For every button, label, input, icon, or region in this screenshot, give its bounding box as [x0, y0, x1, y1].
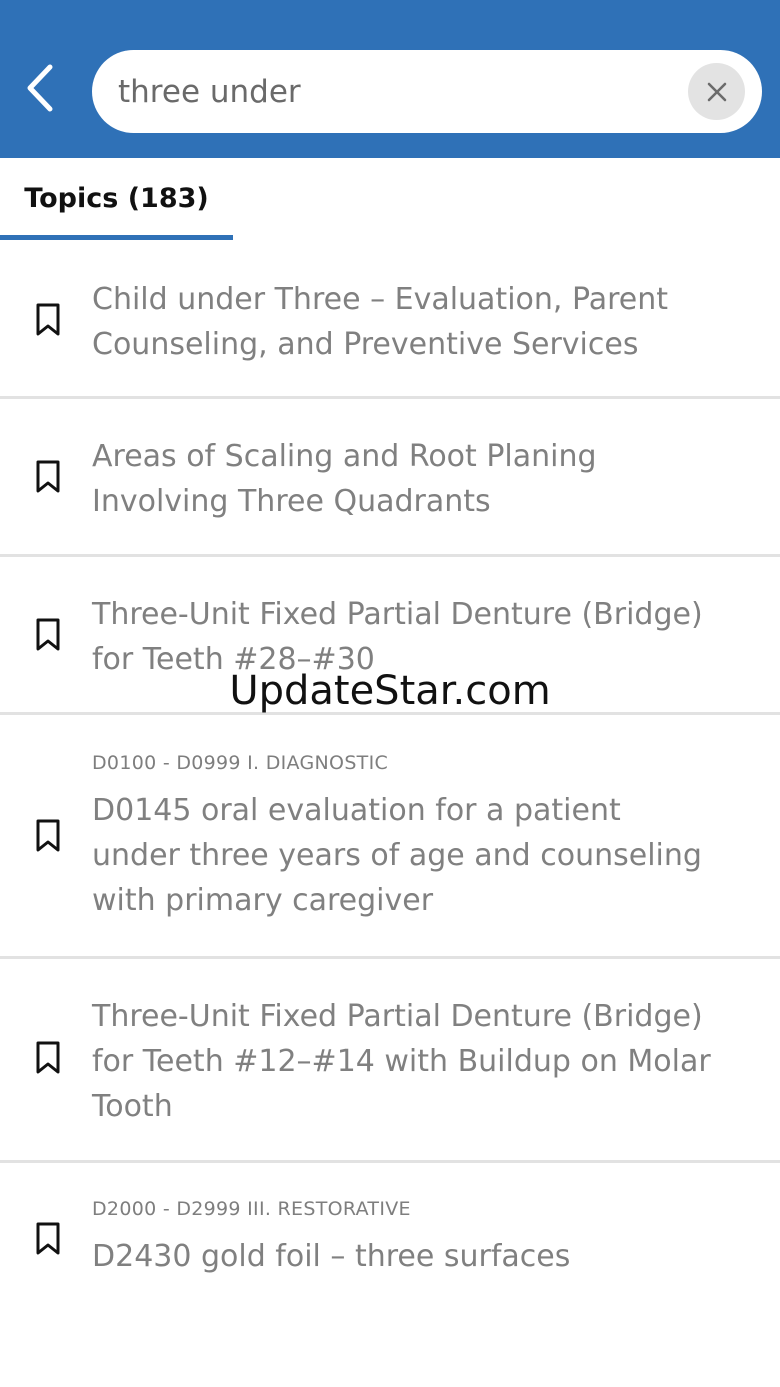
- bookmark-icon: [36, 618, 60, 651]
- bookmark-button[interactable]: [34, 618, 62, 652]
- list-item[interactable]: Child under Three – Evaluation, Parent C…: [0, 242, 780, 399]
- result-title-line: with primary caregiver: [92, 883, 434, 918]
- result-title-line: for Teeth #12–#14 with Buildup on Molar: [92, 1044, 711, 1079]
- search-results-screen: Topics (183) Child under Three – Evaluat…: [0, 0, 780, 1387]
- close-icon: [707, 82, 726, 101]
- result-title-line: for Teeth #28–#30: [92, 642, 375, 677]
- list-item[interactable]: Three-Unit Fixed Partial Denture (Bridge…: [0, 959, 780, 1163]
- bookmark-icon: [36, 1222, 60, 1255]
- result-title-line: Tooth: [92, 1089, 173, 1124]
- header-bar: [0, 0, 780, 158]
- bookmark-button[interactable]: [34, 303, 62, 337]
- tab-topics-label: Topics (183): [24, 182, 209, 214]
- active-tab-indicator: [0, 235, 233, 240]
- result-text: Areas of Scaling and Root Planing Involv…: [92, 434, 752, 524]
- list-item[interactable]: Areas of Scaling and Root Planing Involv…: [0, 399, 780, 557]
- result-text: Child under Three – Evaluation, Parent C…: [92, 277, 752, 367]
- tab-topics[interactable]: Topics (183): [0, 158, 233, 242]
- result-text: Three-Unit Fixed Partial Denture (Bridge…: [92, 592, 752, 682]
- result-title-line: Counseling, and Preventive Services: [92, 327, 639, 362]
- bookmark-icon: [36, 1041, 60, 1074]
- bookmark-icon: [36, 460, 60, 493]
- result-title-line: Areas of Scaling and Root Planing: [92, 439, 597, 474]
- result-title-line: under three years of age and counseling: [92, 838, 702, 873]
- search-box: [92, 50, 762, 133]
- result-title-line: D0145 oral evaluation for a patient: [92, 793, 621, 828]
- list-item[interactable]: D2000 - D2999 III. RESTORATIVE D2430 gol…: [0, 1163, 780, 1323]
- result-text: D2000 - D2999 III. RESTORATIVE D2430 gol…: [92, 1196, 752, 1279]
- result-title-line: Three-Unit Fixed Partial Denture (Bridge…: [92, 597, 703, 632]
- result-text: D0100 - D0999 I. DIAGNOSTIC D0145 oral e…: [92, 750, 752, 923]
- search-input[interactable]: [118, 64, 678, 120]
- bookmark-button[interactable]: [34, 819, 62, 853]
- bookmark-button[interactable]: [34, 1041, 62, 1075]
- result-category: D2000 - D2999 III. RESTORATIVE: [92, 1198, 411, 1220]
- bookmark-icon: [36, 819, 60, 852]
- result-title-line: Involving Three Quadrants: [92, 484, 491, 519]
- bookmark-icon: [36, 303, 60, 336]
- back-button[interactable]: [14, 56, 66, 120]
- result-category: D0100 - D0999 I. DIAGNOSTIC: [92, 752, 389, 774]
- results-list: Child under Three – Evaluation, Parent C…: [0, 242, 780, 1323]
- clear-search-button[interactable]: [688, 63, 745, 120]
- result-title-line: Child under Three – Evaluation, Parent: [92, 282, 669, 317]
- bookmark-button[interactable]: [34, 460, 62, 494]
- list-item[interactable]: Three-Unit Fixed Partial Denture (Bridge…: [0, 557, 780, 715]
- result-text: Three-Unit Fixed Partial Denture (Bridge…: [92, 994, 752, 1129]
- bookmark-button[interactable]: [34, 1222, 62, 1256]
- chevron-left-icon: [27, 64, 53, 112]
- result-title-line: D2430 gold foil – three surfaces: [92, 1239, 571, 1274]
- result-title-line: Three-Unit Fixed Partial Denture (Bridge…: [92, 999, 703, 1034]
- tab-bar: Topics (183): [0, 158, 780, 242]
- list-item[interactable]: D0100 - D0999 I. DIAGNOSTIC D0145 oral e…: [0, 715, 780, 959]
